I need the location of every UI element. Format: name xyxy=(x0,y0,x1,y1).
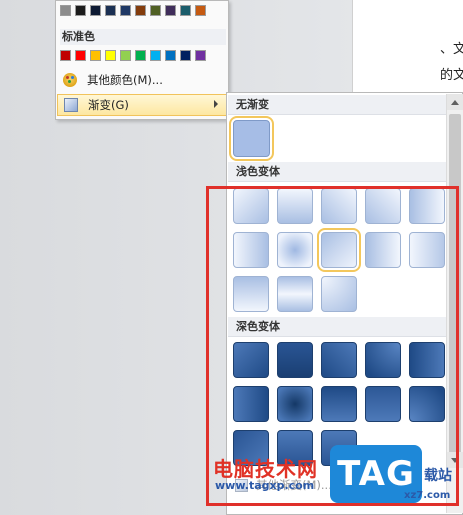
gradient-menu-item[interactable]: 渐变(G) xyxy=(57,94,227,116)
arrow-up-icon xyxy=(451,99,459,105)
color-swatch[interactable] xyxy=(135,50,146,61)
color-swatch[interactable] xyxy=(195,5,206,16)
no-gradient-heading: 无渐变 xyxy=(228,95,446,115)
watermark-site-name: 电脑技术网 xyxy=(213,457,318,481)
color-swatch[interactable] xyxy=(90,5,101,16)
watermark-url: www.tagxp.com xyxy=(215,479,315,492)
color-swatch[interactable] xyxy=(180,5,191,16)
more-colors-menu-item[interactable]: 其他颜色(M)... xyxy=(57,69,227,91)
color-swatch[interactable] xyxy=(60,50,71,61)
watermark-tail: 载站 xyxy=(424,468,452,484)
color-swatch[interactable] xyxy=(75,5,86,16)
gradient-icon xyxy=(64,98,78,112)
color-swatch[interactable] xyxy=(120,5,131,16)
color-palette-icon xyxy=(63,73,77,87)
color-swatch[interactable] xyxy=(120,50,131,61)
fill-color-menu: 标准色 其他颜色(M)... 渐变(G) xyxy=(55,0,229,120)
color-swatch[interactable] xyxy=(105,5,116,16)
light-variants-heading: 浅色变体 xyxy=(228,162,446,182)
color-swatch[interactable] xyxy=(90,50,101,61)
color-swatch[interactable] xyxy=(150,5,161,16)
document-text-line: 的文 xyxy=(440,68,463,83)
no-gradient-option[interactable] xyxy=(229,116,274,161)
color-swatch[interactable] xyxy=(75,50,86,61)
scroll-up-button[interactable] xyxy=(447,94,463,110)
color-swatch[interactable] xyxy=(165,50,176,61)
color-swatch[interactable] xyxy=(150,50,161,61)
color-swatch[interactable] xyxy=(180,50,191,61)
color-swatch[interactable] xyxy=(105,50,116,61)
color-swatch[interactable] xyxy=(60,5,71,16)
gradient-label: 渐变(G) xyxy=(88,98,129,112)
theme-color-swatches xyxy=(60,5,206,16)
more-colors-label: 其他颜色(M)... xyxy=(87,73,163,87)
color-swatch[interactable] xyxy=(165,5,176,16)
submenu-arrow-icon xyxy=(214,100,218,108)
standard-colors-heading: 标准色 xyxy=(60,29,226,45)
standard-color-swatches xyxy=(60,50,206,61)
color-swatch[interactable] xyxy=(195,50,206,61)
color-swatch[interactable] xyxy=(135,5,146,16)
watermark-tail-url: xz7.com xyxy=(404,490,451,501)
document-text-line: 、文 xyxy=(440,42,463,57)
